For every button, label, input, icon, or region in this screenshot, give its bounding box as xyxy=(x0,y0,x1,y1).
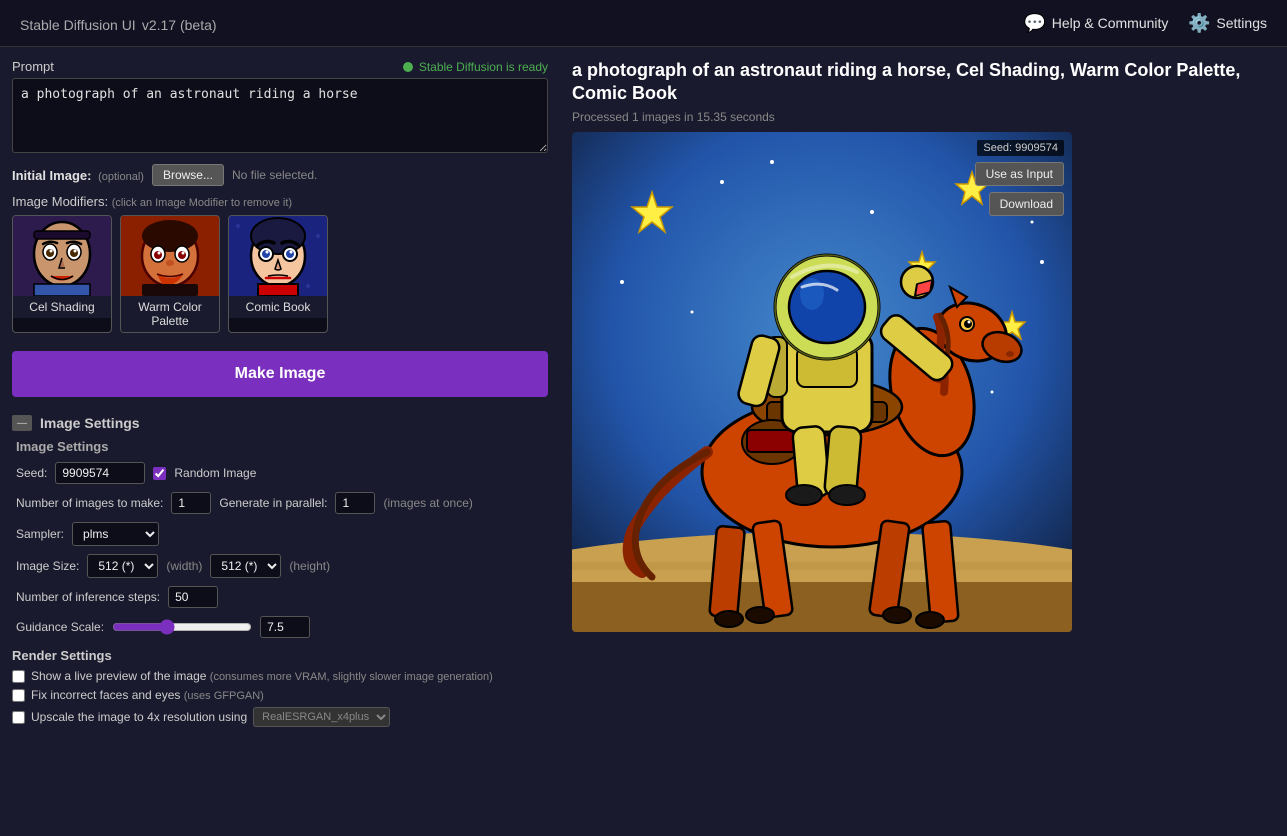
seed-overlay: Seed: 9909574 xyxy=(977,140,1064,156)
faces-label: Fix incorrect faces and eyes (uses GFPGA… xyxy=(31,688,264,702)
render-settings-section: Render Settings Show a live preview of t… xyxy=(12,648,548,727)
guidance-scale-slider[interactable] xyxy=(112,619,252,635)
seed-input[interactable] xyxy=(55,462,145,484)
image-settings-header: — Image Settings xyxy=(12,415,548,431)
random-image-checkbox[interactable] xyxy=(153,467,166,480)
width-hint: (width) xyxy=(166,559,202,573)
num-images-row: Number of images to make: Generate in pa… xyxy=(16,492,548,514)
modifiers-label: Image Modifiers: (click an Image Modifie… xyxy=(12,194,548,209)
processed-text: Processed 1 images in 15.35 seconds xyxy=(572,110,1275,124)
download-button[interactable]: Download xyxy=(989,192,1064,216)
seed-row: Seed: Random Image xyxy=(16,462,548,484)
image-height-select[interactable]: 512 (*) 256 384 640 768 xyxy=(210,554,281,578)
settings-grid: Image Settings Seed: Random Image Number… xyxy=(16,439,548,638)
sampler-select[interactable]: plms ddim k_lms k_euler k_euler_a xyxy=(72,522,159,546)
prompt-row: Prompt Stable Diffusion is ready xyxy=(12,59,548,74)
parallel-input[interactable] xyxy=(335,492,375,514)
cel-shading-svg xyxy=(12,216,112,296)
header: Stable Diffusion UI v2.17 (beta) 💬 Help … xyxy=(0,0,1287,47)
warm-palette-image xyxy=(120,216,220,296)
status-dot-icon xyxy=(403,62,413,72)
modifiers-row: Cel Shading xyxy=(12,215,548,333)
guidance-scale-input[interactable] xyxy=(260,616,310,638)
chat-icon: 💬 xyxy=(1024,12,1046,34)
collapse-icon[interactable]: — xyxy=(12,415,32,431)
initial-image-row: Initial Image: (optional) Browse... No f… xyxy=(12,164,548,186)
guidance-scale-label: Guidance Scale: xyxy=(16,620,104,634)
parallel-hint: (images at once) xyxy=(383,496,472,510)
preview-label: Show a live preview of the image (consum… xyxy=(31,669,493,683)
render-option-faces: Fix incorrect faces and eyes (uses GFPGA… xyxy=(12,688,548,702)
num-images-label: Number of images to make: xyxy=(16,496,163,510)
help-label: Help & Community xyxy=(1052,15,1169,31)
upscale-checkbox[interactable] xyxy=(12,711,25,724)
help-community-button[interactable]: 💬 Help & Community xyxy=(1024,12,1169,34)
image-size-row: Image Size: 512 (*) 256 384 640 768 (wid… xyxy=(16,554,548,578)
initial-image-label: Initial Image: (optional) xyxy=(12,168,144,183)
prompt-input[interactable]: a photograph of an astronaut riding a ho… xyxy=(12,78,548,153)
inference-steps-label: Number of inference steps: xyxy=(16,590,160,604)
sampler-label: Sampler: xyxy=(16,527,64,541)
settings-label: Settings xyxy=(1216,15,1267,31)
generated-image: Seed: 9909574 Use as Input Download xyxy=(572,132,1072,632)
upscale-label: Upscale the image to 4x resolution using xyxy=(31,710,247,724)
app-title: Stable Diffusion UI v2.17 (beta) xyxy=(20,10,217,35)
height-hint: (height) xyxy=(289,559,330,573)
comic-book-svg xyxy=(228,216,328,296)
main-layout: Prompt Stable Diffusion is ready a photo… xyxy=(0,47,1287,827)
num-images-input[interactable] xyxy=(171,492,211,514)
image-width-select[interactable]: 512 (*) 256 384 640 768 xyxy=(87,554,158,578)
image-settings-subtitle: Image Settings xyxy=(16,439,548,454)
output-title: a photograph of an astronaut riding a ho… xyxy=(572,59,1275,106)
preview-checkbox[interactable] xyxy=(12,670,25,683)
sampler-row: Sampler: plms ddim k_lms k_euler k_euler… xyxy=(16,522,548,546)
right-panel: a photograph of an astronaut riding a ho… xyxy=(560,47,1287,827)
image-size-label: Image Size: xyxy=(16,559,79,573)
browse-button[interactable]: Browse... xyxy=(152,164,224,186)
inference-steps-row: Number of inference steps: xyxy=(16,586,548,608)
settings-button[interactable]: ⚙️ Settings xyxy=(1188,12,1267,34)
upscale-model-select[interactable]: RealESRGAN_x4plus xyxy=(253,707,390,727)
guidance-scale-slider-row xyxy=(112,616,310,638)
parallel-label: Generate in parallel: xyxy=(219,496,327,510)
gear-icon: ⚙️ xyxy=(1188,12,1210,34)
cel-shading-label: Cel Shading xyxy=(13,296,111,318)
header-actions: 💬 Help & Community ⚙️ Settings xyxy=(1024,12,1267,34)
modifier-warm-palette[interactable]: Warm Color Palette xyxy=(120,215,220,333)
no-file-text: No file selected. xyxy=(232,168,317,182)
comic-book-image xyxy=(228,216,328,296)
guidance-scale-row: Guidance Scale: xyxy=(16,616,548,638)
cel-shading-image xyxy=(12,216,112,296)
prompt-label: Prompt xyxy=(12,59,54,74)
modifier-cel-shading[interactable]: Cel Shading xyxy=(12,215,112,333)
make-image-button[interactable]: Make Image xyxy=(12,351,548,397)
render-option-preview: Show a live preview of the image (consum… xyxy=(12,669,548,683)
status-indicator: Stable Diffusion is ready xyxy=(403,60,548,74)
left-panel: Prompt Stable Diffusion is ready a photo… xyxy=(0,47,560,827)
status-text: Stable Diffusion is ready xyxy=(419,60,548,74)
warm-palette-svg xyxy=(120,216,220,296)
use-as-input-button[interactable]: Use as Input xyxy=(975,162,1064,186)
image-container: Seed: 9909574 Use as Input Download xyxy=(572,132,1072,632)
inference-steps-input[interactable] xyxy=(168,586,218,608)
render-option-upscale: Upscale the image to 4x resolution using… xyxy=(12,707,548,727)
image-settings-sub: Image Settings xyxy=(16,439,108,454)
seed-label: Seed: xyxy=(16,466,47,480)
faces-checkbox[interactable] xyxy=(12,689,25,702)
header-title: Stable Diffusion UI v2.17 (beta) xyxy=(20,10,217,36)
random-image-label: Random Image xyxy=(174,466,256,480)
image-settings-title: Image Settings xyxy=(40,415,140,431)
warm-palette-label: Warm Color Palette xyxy=(121,296,219,332)
comic-book-label: Comic Book xyxy=(229,296,327,318)
render-settings-title: Render Settings xyxy=(12,648,548,663)
modifier-comic-book[interactable]: Comic Book xyxy=(228,215,328,333)
